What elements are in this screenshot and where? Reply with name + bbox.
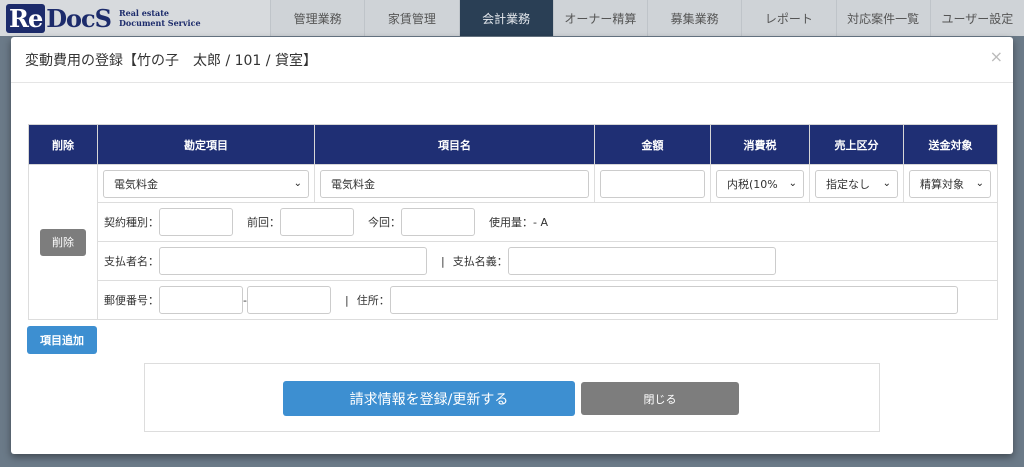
nav-item-accounting[interactable]: 会計業務	[458, 0, 553, 36]
address-input[interactable]	[389, 286, 958, 314]
col-header-account-item: 勘定項目	[97, 124, 315, 165]
cost-table: 削除 勘定項目 項目名 金額 消費税 売上区分 送金対象 削除 電気料金 ⌄ 電…	[28, 124, 998, 320]
payer-name-input[interactable]	[159, 247, 427, 275]
nav-item-cases[interactable]: 対応案件一覧	[835, 0, 930, 36]
payee-name-input[interactable]	[507, 247, 776, 275]
logo-subtitle: Real estate Document Service	[118, 8, 201, 28]
col-header-item-name: 項目名	[314, 124, 595, 165]
sales-category-select[interactable]: 指定なし ⌄	[815, 169, 898, 198]
main-nav: 管理業務 家賃管理 会計業務 オーナー精算 募集業務 レポート 対応案件一覧 ユ…	[270, 0, 1024, 36]
contract-type-input[interactable]	[159, 208, 233, 236]
chevron-down-icon: ⌄	[975, 178, 984, 189]
separator: |	[344, 293, 349, 307]
chevron-down-icon: ⌄	[293, 178, 302, 189]
sales-category-cell: 指定なし ⌄	[809, 164, 904, 203]
chevron-down-icon: ⌄	[882, 178, 891, 189]
sales-category-value: 指定なし	[826, 177, 870, 191]
meter-reading-group: 契約種別： 前回： 今回： 使用量：- A	[97, 202, 998, 242]
delete-row-button[interactable]: 削除	[40, 228, 86, 256]
meter-fields: 契約種別： 前回： 今回： 使用量：- A	[98, 203, 997, 241]
top-navbar: Re DocS Real estate Document Service 管理業務…	[0, 0, 1024, 36]
tax-select[interactable]: 内税(10% ⌄	[716, 169, 804, 198]
payee-name-label: 支払名義：	[452, 255, 508, 268]
postal-code-input-2[interactable]	[246, 286, 331, 314]
table-row: 削除 電気料金 ⌄ 電気料金 内税(10% ⌄ 指定なし ⌄ 精算対象 ⌄	[28, 164, 998, 320]
nav-item-management[interactable]: 管理業務	[270, 0, 364, 36]
amount-cell	[594, 164, 711, 203]
payer-group: 支払者名： | 支払名義：	[97, 241, 998, 281]
previous-label: 前回：	[247, 216, 280, 229]
col-header-delete: 削除	[28, 124, 98, 165]
submit-billing-button[interactable]: 請求情報を登録/更新する	[283, 381, 575, 416]
remit-target-value: 精算対象	[920, 177, 964, 191]
nav-item-recruitment[interactable]: 募集業務	[647, 0, 741, 36]
remit-target-select[interactable]: 精算対象 ⌄	[909, 169, 991, 198]
address-label: 住所：	[356, 294, 390, 307]
meter-row: 契約種別： 前回： 今回： 使用量：- A	[29, 202, 998, 242]
delete-cell: 削除	[28, 164, 98, 320]
current-reading-input[interactable]	[401, 208, 475, 236]
nav-item-rent[interactable]: 家賃管理	[364, 0, 458, 36]
address-fields: 郵便番号： - | 住所：	[98, 281, 997, 319]
item-name-cell: 電気料金	[314, 164, 595, 203]
previous-reading-input[interactable]	[280, 208, 354, 236]
col-header-tax: 消費税	[710, 124, 810, 165]
close-icon[interactable]: ×	[990, 47, 1003, 66]
modal-title: 変動費用の登録【竹の子 太郎 / 101 / 貸室】	[25, 52, 317, 69]
account-item-value: 電気料金	[114, 177, 158, 191]
table-header-row: 削除 勘定項目 項目名 金額 消費税 売上区分 送金対象	[28, 124, 998, 165]
remit-target-cell: 精算対象 ⌄	[903, 164, 998, 203]
modal-header: 変動費用の登録【竹の子 太郎 / 101 / 貸室】 ×	[11, 37, 1013, 83]
nav-item-report[interactable]: レポート	[741, 0, 835, 36]
nav-item-user-settings[interactable]: ユーザー設定	[929, 0, 1024, 36]
separator: |	[441, 254, 445, 268]
account-item-cell: 電気料金 ⌄	[97, 164, 315, 203]
col-header-sales-category: 売上区分	[809, 124, 904, 165]
app-logo[interactable]: Re DocS Real estate Document Service	[0, 0, 270, 36]
postal-code-input-1[interactable]	[159, 286, 243, 314]
amount-input[interactable]	[600, 169, 705, 198]
address-group: 郵便番号： - | 住所：	[97, 280, 998, 320]
logo-mark: Re DocS	[6, 3, 112, 33]
account-item-select[interactable]: 電気料金 ⌄	[103, 169, 309, 198]
address-row: 郵便番号： - | 住所：	[29, 280, 998, 320]
add-item-button[interactable]: 項目追加	[27, 326, 97, 354]
payer-name-label: 支払者名：	[104, 255, 159, 268]
col-header-remit-target: 送金対象	[903, 124, 998, 165]
postal-code-label: 郵便番号：	[104, 294, 159, 307]
current-label: 今回：	[368, 216, 401, 229]
payer-fields: 支払者名： | 支払名義：	[98, 242, 997, 280]
usage-label: 使用量：- A	[489, 216, 548, 229]
variable-cost-modal: 変動費用の登録【竹の子 太郎 / 101 / 貸室】 × 削除 勘定項目 項目名…	[11, 37, 1013, 454]
tax-value: 内税(10%	[727, 177, 778, 191]
tax-cell: 内税(10% ⌄	[710, 164, 810, 203]
item-name-input[interactable]: 電気料金	[320, 169, 589, 198]
close-button[interactable]: 閉じる	[581, 382, 739, 415]
contract-type-label: 契約種別：	[104, 216, 159, 229]
chevron-down-icon: ⌄	[788, 178, 797, 189]
modal-footer: 請求情報を登録/更新する 閉じる	[144, 363, 880, 432]
col-header-amount: 金額	[594, 124, 711, 165]
payer-row: 支払者名： | 支払名義：	[29, 241, 998, 281]
nav-item-owner-settlement[interactable]: オーナー精算	[552, 0, 647, 36]
